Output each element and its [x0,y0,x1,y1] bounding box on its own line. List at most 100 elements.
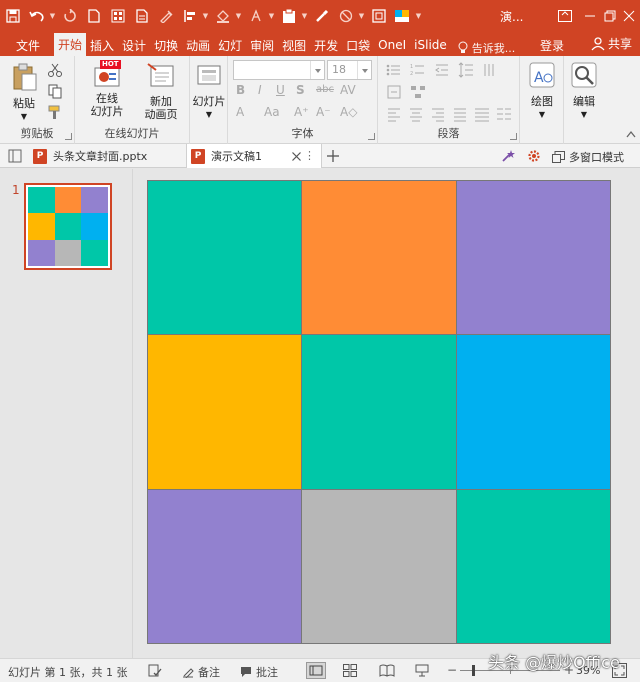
tab-pocket[interactable]: 口袋 [342,34,374,56]
new-anim-button[interactable]: 新加 动画页 [137,60,185,121]
font-name-dropdown[interactable] [233,60,325,80]
clipboard-dropdown-icon[interactable]: ▼ [300,5,309,27]
font-launcher-icon[interactable] [368,133,375,140]
distributed-icon[interactable] [474,106,490,122]
comments-button[interactable]: 批注 [240,664,278,680]
columns-icon[interactable] [496,106,512,122]
slide-cell[interactable] [148,181,302,335]
decrease-indent-icon[interactable] [434,62,450,78]
font-color-small-icon[interactable]: A [236,105,244,119]
tab-file[interactable]: 文件 [0,34,54,56]
slide-cell[interactable] [456,489,610,643]
clipboard-icon[interactable] [278,5,300,27]
slide[interactable] [147,180,611,644]
font-size-dropdown[interactable]: 18 [327,60,372,80]
font-color-dropdown-icon[interactable]: ▼ [267,5,276,27]
no-entry-dropdown-icon[interactable]: ▼ [357,5,366,27]
normal-view-icon[interactable] [306,662,326,679]
zoom-slider-thumb[interactable] [472,665,475,676]
align-center-icon[interactable] [408,106,424,122]
align-icon[interactable] [179,5,201,27]
tab-islide[interactable]: iSlide [410,34,451,56]
tell-me-box[interactable]: 告诉我... [457,40,515,56]
tab-slideshow[interactable]: 幻灯 [214,34,246,56]
slideshow-icon[interactable] [415,663,429,677]
tab-menu-icon[interactable]: ⋮ [304,149,315,162]
online-slides-button[interactable]: HOT 在线 幻灯片 [81,60,133,118]
tab-view[interactable]: 视图 [278,34,310,56]
share-button[interactable]: 共享 [591,35,632,52]
font-color-icon[interactable] [245,5,267,27]
italic-icon[interactable]: I [258,83,262,97]
open-icon[interactable] [131,5,153,27]
bullets-icon[interactable] [386,62,402,78]
tab-animations[interactable]: 动画 [182,34,214,56]
format-brush-icon[interactable] [47,104,63,120]
tab-developer[interactable]: 开发 [310,34,342,56]
theme-dropdown-icon[interactable]: ▼ [414,5,423,27]
new-doc-icon[interactable] [83,5,105,27]
screenshot-icon[interactable] [368,5,390,27]
fill-bucket-icon[interactable] [212,5,234,27]
bold-icon[interactable]: B [236,83,245,97]
tab-home[interactable]: 开始 [54,33,87,56]
restore-icon[interactable] [600,6,620,26]
multi-window-button[interactable]: 多窗口模式 [552,149,624,165]
copy-icon[interactable] [47,83,63,99]
cut-icon[interactable] [47,62,63,78]
slide-cell[interactable] [148,335,302,489]
grow-font-icon[interactable]: A⁺ [294,105,309,119]
collapse-ribbon-icon[interactable] [626,130,636,138]
paragraph-launcher-icon[interactable] [510,133,517,140]
save-icon[interactable] [2,5,24,27]
doc-tab-cover[interactable]: P 头条文章封面.pptx [30,144,186,168]
align-text-icon[interactable] [386,84,402,100]
line-spacing-icon[interactable] [458,62,474,78]
slide-cell[interactable] [456,181,610,335]
reading-view-icon[interactable] [379,664,395,677]
change-case-icon[interactable]: Aa [264,105,280,119]
magic-wand-icon[interactable] [501,149,515,163]
undo-icon[interactable] [26,5,48,27]
pane-toggle-icon[interactable] [8,149,22,163]
drawing-button[interactable]: A 绘图 ▼ [524,60,560,121]
tab-review[interactable]: 审阅 [246,34,278,56]
numbering-icon[interactable]: 12 [410,62,426,78]
tab-transitions[interactable]: 切换 [150,34,182,56]
align-right-icon[interactable] [430,106,446,122]
zoom-out-icon[interactable]: − [447,663,457,677]
close-tab-icon[interactable] [292,152,301,161]
login-link[interactable]: 登录 [540,37,564,54]
undo-dropdown-icon[interactable]: ▼ [48,5,57,27]
underline-icon[interactable]: U [276,83,285,97]
proofing-icon[interactable] [148,664,162,678]
slide-cell[interactable] [302,335,456,489]
fill-dropdown-icon[interactable]: ▼ [234,5,243,27]
clear-format-icon[interactable]: A◇ [340,105,357,119]
redo-icon[interactable] [59,5,81,27]
no-entry-icon[interactable] [335,5,357,27]
slide-cell[interactable] [456,335,610,489]
slide-cell[interactable] [302,489,456,643]
new-tab-icon[interactable] [327,150,339,162]
slide-cell[interactable] [302,181,456,335]
slide-sorter-icon[interactable] [343,664,357,677]
slide-cell[interactable] [148,489,302,643]
settings-gear-icon[interactable] [527,149,541,163]
shrink-font-icon[interactable]: A⁻ [316,105,331,119]
slide-thumbnail[interactable] [24,183,112,270]
tab-insert[interactable]: 插入 [86,34,118,56]
minimize-icon[interactable] [580,6,600,26]
align-dropdown-icon[interactable]: ▼ [201,5,210,27]
editing-button[interactable]: 编辑 ▼ [566,60,602,121]
theme-colors-icon[interactable] [392,5,414,27]
close-window-icon[interactable] [619,6,639,26]
shadow-icon[interactable]: S [296,83,305,97]
tab-design[interactable]: 设计 [118,34,150,56]
clipboard-launcher-icon[interactable] [65,133,72,140]
justify-icon[interactable] [452,106,468,122]
paste-button[interactable]: 粘贴 ▼ [6,62,42,123]
text-direction-icon[interactable] [482,62,498,78]
smartart-icon[interactable] [410,84,426,100]
grid-icon[interactable] [107,5,129,27]
